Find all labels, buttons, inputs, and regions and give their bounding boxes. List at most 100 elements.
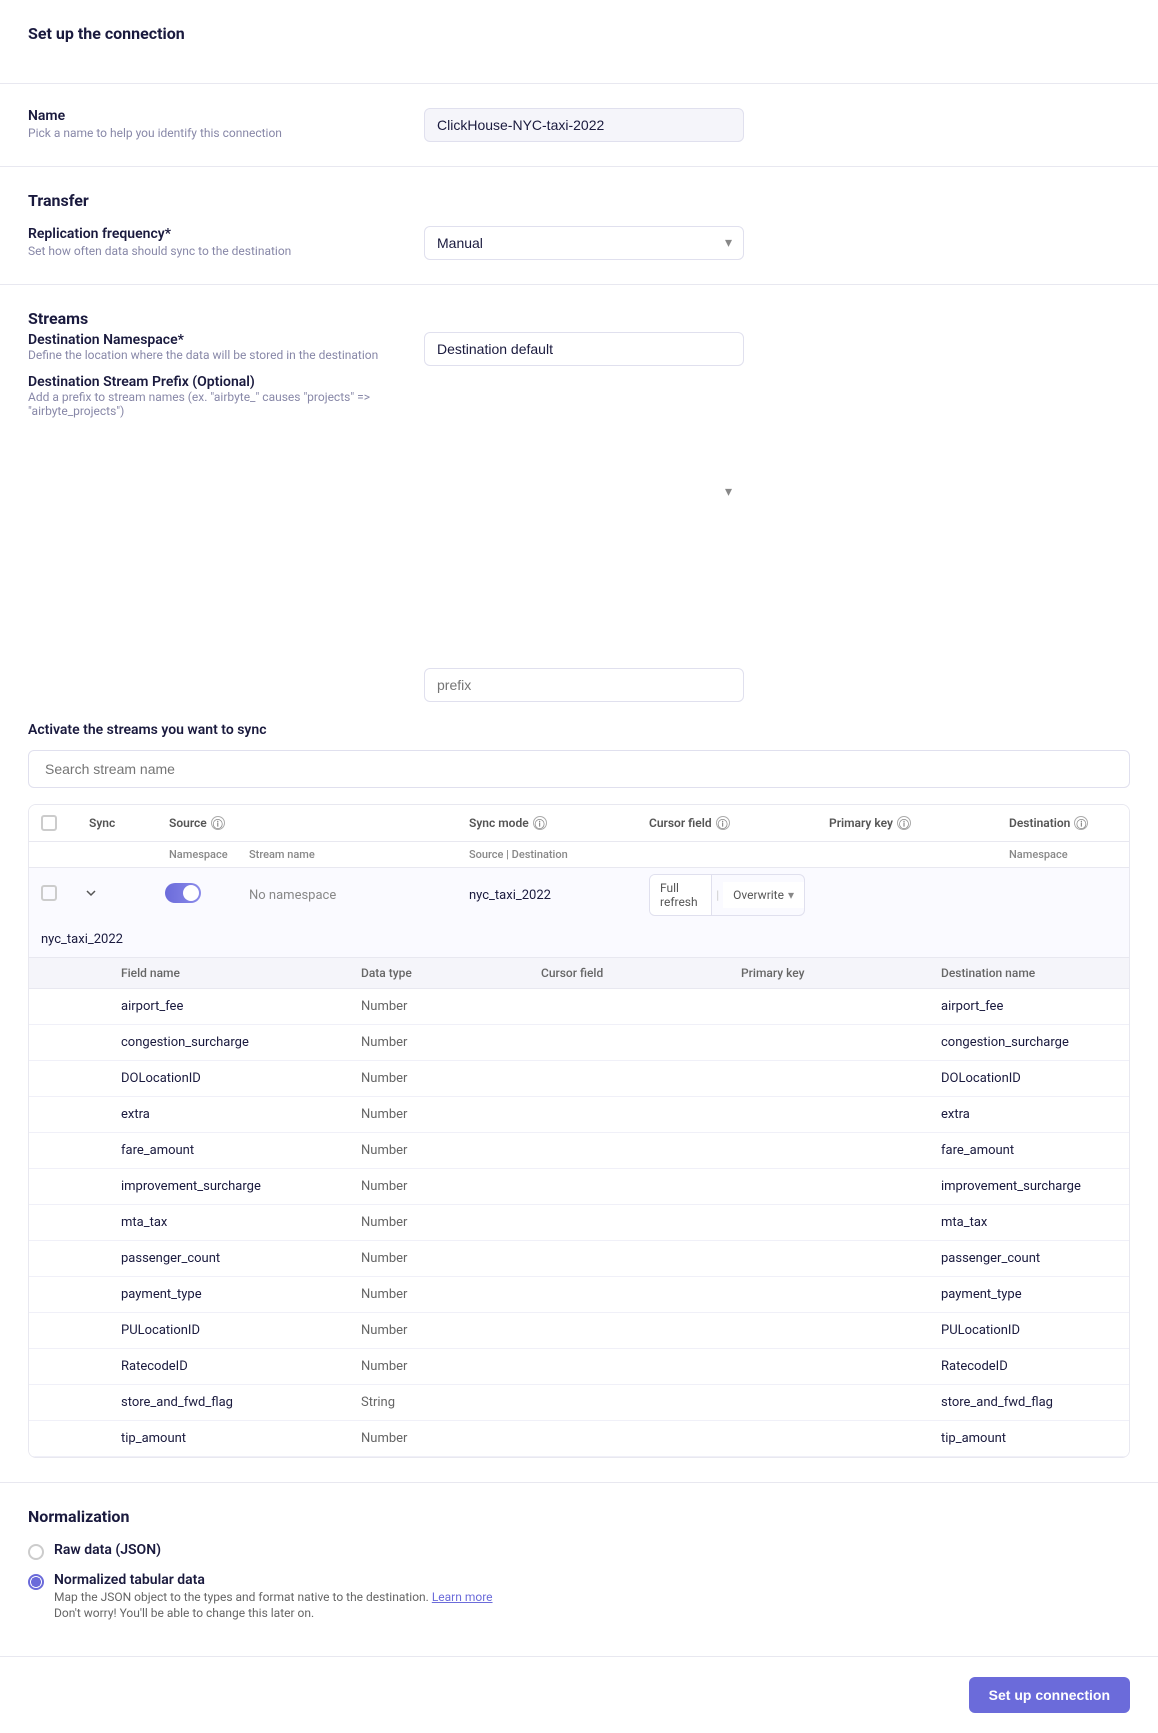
sync-mode-left: Full refresh <box>650 875 712 915</box>
dest-prefix-input[interactable] <box>424 668 744 702</box>
stream-name-cell: nyc_taxi_2022 <box>457 878 637 913</box>
footer: Set up connection <box>0 1656 1158 1733</box>
primary-key-header: Primary key ⓘ <box>817 805 997 841</box>
dest-namespace-desc: Define the location where the data will … <box>28 348 408 362</box>
dest-namespace-select-wrapper[interactable]: Destination default Custom Mirror source <box>424 332 744 652</box>
replication-select[interactable]: Manual Every hour Every day Every week <box>424 226 744 260</box>
field-cell-empty <box>29 1105 109 1125</box>
stream-namespace-cell: No namespace <box>237 878 457 913</box>
field-type-cell: Number <box>349 1169 529 1204</box>
field-cursor-cell <box>529 1285 729 1305</box>
dest-namespace-subheader: Namespace <box>997 842 1117 867</box>
field-type-cell: Number <box>349 1241 529 1276</box>
replication-label-block: Replication frequency* Set how often dat… <box>28 226 408 258</box>
select-all-checkbox[interactable] <box>41 815 57 831</box>
stream-namespace: No namespace <box>249 888 336 903</box>
cursor-field-col-header: Cursor field <box>529 958 729 988</box>
source-info-icon[interactable]: ⓘ <box>211 816 225 830</box>
normalized-data-option[interactable]: Normalized tabular data Map the JSON obj… <box>28 1572 1130 1620</box>
cursor-field-cell <box>817 885 997 905</box>
name-input[interactable] <box>424 108 744 142</box>
field-dest-cell: payment_type <box>929 1277 1129 1312</box>
field-type-cell: Number <box>349 989 529 1024</box>
field-dest-cell: extra <box>929 1097 1129 1132</box>
field-dest-cell: improvement_surcharge <box>929 1169 1129 1204</box>
field-primary-cell <box>729 997 929 1017</box>
field-cell-empty <box>29 1357 109 1377</box>
field-name-cell: congestion_surcharge <box>109 1025 349 1060</box>
sync-mode-info-icon[interactable]: ⓘ <box>533 816 547 830</box>
field-dest-cell: store_and_fwd_flag <box>929 1385 1129 1420</box>
raw-data-radio[interactable] <box>28 1544 44 1560</box>
dest-namespace-label: Destination Namespace* <box>28 332 408 348</box>
field-type-cell: String <box>349 1385 529 1420</box>
field-cell-empty <box>29 1069 109 1089</box>
raw-data-option[interactable]: Raw data (JSON) <box>28 1542 1130 1560</box>
field-cell-empty <box>29 997 109 1017</box>
field-name-cell: DOLocationID <box>109 1061 349 1096</box>
transfer-title: Transfer <box>28 191 1130 210</box>
field-name-cell: mta_tax <box>109 1205 349 1240</box>
field-name-cell: RatecodeID <box>109 1349 349 1384</box>
name-label: Name <box>28 108 408 124</box>
field-primary-cell <box>729 1033 929 1053</box>
cursor-info-icon[interactable]: ⓘ <box>716 816 730 830</box>
field-name-cell: passenger_count <box>109 1241 349 1276</box>
normalized-data-desc: Map the JSON object to the types and for… <box>54 1590 493 1604</box>
field-cell-empty <box>29 1177 109 1197</box>
primary-key-col-header: Primary key <box>729 958 929 988</box>
field-primary-cell <box>729 1249 929 1269</box>
field-cell-empty <box>29 1213 109 1233</box>
field-cursor-cell <box>529 1357 729 1377</box>
field-row: passenger_count Number passenger_count <box>29 1241 1129 1277</box>
field-row: congestion_surcharge Number congestion_s… <box>29 1025 1129 1061</box>
dest-namespace-cell: <destination schema> <box>1117 871 1130 919</box>
learn-more-link[interactable]: Learn more <box>432 1590 493 1604</box>
destination-info-icon[interactable]: ⓘ <box>1074 816 1088 830</box>
sync-mode-cell: Full refresh | Overwrite ▾ <box>637 868 817 922</box>
primary-key-info-icon[interactable]: ⓘ <box>897 816 911 830</box>
streams-section: Streams Destination Namespace* Define th… <box>0 285 1158 1483</box>
primary-key-cell <box>997 885 1117 905</box>
field-primary-cell <box>729 1285 929 1305</box>
name-section: Name Pick a name to help you identify th… <box>0 84 1158 167</box>
field-cell-empty <box>29 1033 109 1053</box>
field-type-cell: Number <box>349 1205 529 1240</box>
dest-label-block: Destination Namespace* Define the locati… <box>28 332 408 430</box>
dest-stream-name-subheader: Stream name <box>1117 842 1130 867</box>
field-type-cell: Number <box>349 1133 529 1168</box>
search-stream-input[interactable] <box>28 750 1130 788</box>
chevron-down-icon[interactable] <box>83 885 99 901</box>
field-dest-cell: fare_amount <box>929 1133 1129 1168</box>
field-name-cell: PULocationID <box>109 1313 349 1348</box>
field-cell-empty <box>29 1321 109 1341</box>
field-cell-empty <box>29 1285 109 1305</box>
field-row: payment_type Number payment_type <box>29 1277 1129 1313</box>
field-primary-cell <box>729 1177 929 1197</box>
dest-stream-cell: nyc_taxi_2022 <box>29 922 77 957</box>
dest-name-col-header: Destination name <box>929 958 1129 988</box>
replication-select-wrapper[interactable]: Manual Every hour Every day Every week <box>424 226 744 260</box>
field-name-cell: store_and_fwd_flag <box>109 1385 349 1420</box>
sync-label-header: Sync <box>77 805 157 841</box>
dest-namespace-select[interactable]: Destination default Custom Mirror source <box>424 332 744 366</box>
activate-label: Activate the streams you want to sync <box>28 722 1130 738</box>
normalized-data-radio[interactable] <box>28 1574 44 1590</box>
sync-mode-select[interactable]: Full refresh | Overwrite ▾ <box>649 874 805 916</box>
dest-prefix-desc: Add a prefix to stream names (ex. "airby… <box>28 390 408 418</box>
field-cursor-cell <box>529 1321 729 1341</box>
field-type-cell: Number <box>349 1061 529 1096</box>
field-row: store_and_fwd_flag String store_and_fwd_… <box>29 1385 1129 1421</box>
field-row: DOLocationID Number DOLocationID <box>29 1061 1129 1097</box>
dest-stream-name: nyc_taxi_2022 <box>41 932 123 947</box>
stream-toggle[interactable] <box>165 883 201 903</box>
field-row: airport_fee Number airport_fee <box>29 989 1129 1025</box>
field-cell-empty <box>29 1249 109 1269</box>
sync-header <box>29 805 77 841</box>
field-name-cell: fare_amount <box>109 1133 349 1168</box>
sync-mode-right[interactable]: Overwrite ▾ <box>723 882 804 908</box>
field-cell-empty <box>29 1429 109 1449</box>
setup-connection-button[interactable]: Set up connection <box>969 1677 1130 1713</box>
stream-checkbox[interactable] <box>41 885 57 901</box>
field-type-cell: Number <box>349 1277 529 1312</box>
